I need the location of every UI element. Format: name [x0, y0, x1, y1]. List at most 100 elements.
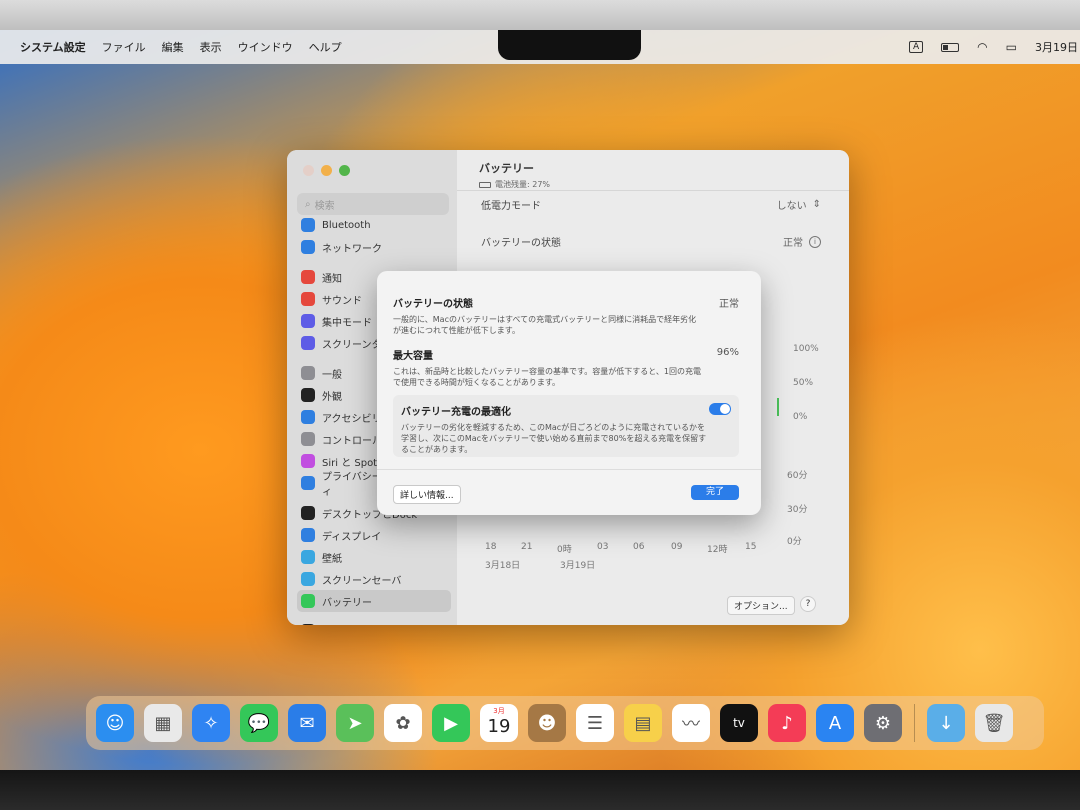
appstore-icon[interactable]: A: [816, 704, 854, 742]
dock-separator: [914, 704, 915, 742]
facetime-icon[interactable]: ▶: [432, 704, 470, 742]
finder-icon[interactable]: ☺: [96, 704, 134, 742]
photos-icon[interactable]: ✿: [384, 704, 422, 742]
optimized-charging-title: バッテリー充電の最適化: [401, 407, 511, 418]
battery-state-title: バッテリーの状態: [393, 299, 473, 310]
low-power-select[interactable]: しない ⇕: [777, 197, 821, 212]
desktop-icon: [301, 506, 315, 520]
menu-clock[interactable]: 3月19日: [1035, 39, 1078, 55]
sidebar-item-label: 集中モード: [322, 317, 372, 329]
close-window-button[interactable]: [303, 165, 314, 176]
battery-level-icon: [479, 181, 491, 188]
contacts-icon[interactable]: ☻: [528, 704, 566, 742]
sidebar-search-input[interactable]: ⌕ 検索: [297, 193, 449, 215]
bell-icon: [301, 270, 315, 284]
hourglass-icon: [301, 336, 315, 350]
sidebar-item[interactable]: 壁紙: [301, 546, 451, 568]
wifi-icon[interactable]: ◠: [977, 40, 987, 54]
reminders-icon[interactable]: ☰: [576, 704, 614, 742]
screen-bezel-bottom: [0, 770, 1080, 810]
sidebar-item-label: スクリーンセーバ: [322, 575, 402, 587]
battery-health-value: 正常: [783, 238, 803, 249]
chart-date-label: 3月18日: [485, 561, 521, 571]
done-button[interactable]: 完了: [691, 485, 739, 500]
sidebar-item-label: バッテリー: [322, 597, 372, 609]
menu-edit[interactable]: 編集: [162, 39, 184, 55]
dock-glyph: ✿: [395, 712, 411, 734]
chart-x-label: 15: [745, 542, 757, 552]
wallpaper-icon: [301, 550, 315, 564]
battery-state-value: 正常: [719, 299, 739, 310]
sidebar-item[interactable]: Bluetooth: [301, 214, 451, 236]
more-info-button[interactable]: 詳しい情報...: [393, 485, 461, 504]
downloads-folder-icon[interactable]: ↓: [927, 704, 965, 742]
dock-glyph: ▶: [444, 712, 458, 734]
systemsettings-icon[interactable]: ⚙: [864, 704, 902, 742]
lock-icon: [301, 624, 315, 625]
header-divider: [457, 190, 849, 191]
screensaver-icon: [301, 572, 315, 586]
help-button[interactable]: ?: [800, 596, 816, 612]
sidebar-item[interactable]: バッテリー: [297, 590, 451, 612]
zoom-window-button[interactable]: [339, 165, 350, 176]
input-source-icon[interactable]: A: [909, 41, 924, 53]
menu-app-name[interactable]: システム設定: [20, 39, 86, 55]
freeform-icon[interactable]: 〰: [672, 704, 710, 742]
speaker-icon: [301, 292, 315, 306]
launchpad-icon[interactable]: ▦: [144, 704, 182, 742]
chart-x-label: 09: [671, 542, 683, 552]
sidebar-item[interactable]: ロック画面: [301, 620, 451, 625]
screen-bezel-top: [0, 0, 1080, 30]
chart-x-label: 06: [633, 542, 645, 552]
options-button[interactable]: オプション...: [727, 596, 795, 615]
sidebar-item-label: ネットワーク: [322, 243, 382, 255]
battery-level-text: 電池残量: 27%: [495, 180, 551, 189]
sidebar-item[interactable]: ネットワーク: [301, 236, 451, 258]
calendar-month: 3月: [493, 707, 505, 715]
dock-glyph: ⚙: [874, 712, 892, 734]
optimized-charging-toggle[interactable]: [709, 403, 731, 415]
info-icon[interactable]: i: [809, 235, 821, 248]
minimize-window-button[interactable]: [321, 165, 332, 176]
max-capacity-section: 最大容量 96% これは、新品時と比較したバッテリー容量の基準です。容量が低下す…: [393, 347, 739, 388]
camera-notch: [498, 30, 641, 60]
battery-state-desc: 一般的に、Macのバッテリーはすべての充電式バッテリーと同様に消耗品で経年劣化が…: [393, 315, 697, 335]
dock-glyph: ↓: [938, 712, 954, 734]
low-power-value: しない: [776, 201, 807, 212]
trash-icon[interactable]: 🗑: [975, 704, 1013, 742]
calendar-icon[interactable]: 3月 19: [480, 704, 518, 742]
optimized-charging-card: バッテリー充電の最適化 バッテリーの劣化を軽減するため、このMacが日ごろどのよ…: [393, 395, 739, 457]
menu-window[interactable]: ウインドウ: [238, 39, 293, 55]
battery-status-icon[interactable]: [941, 42, 960, 52]
menu-view[interactable]: 表示: [200, 39, 222, 55]
sidebar-item-label: 一般: [322, 369, 342, 381]
chart-y2-label: 0分: [787, 537, 802, 547]
sidebar-item-label: 壁紙: [322, 553, 342, 565]
max-capacity-desc: これは、新品時と比較したバッテリー容量の基準です。容量が低下すると、1回の充電で…: [393, 367, 701, 387]
battery-icon: [301, 594, 315, 608]
appletv-icon[interactable]: tv: [720, 704, 758, 742]
music-icon[interactable]: ♪: [768, 704, 806, 742]
dock-glyph: ☰: [586, 712, 604, 734]
notes-icon[interactable]: ▤: [624, 704, 662, 742]
dock-glyph: ✉: [299, 712, 315, 734]
dock-glyph: ▤: [634, 712, 652, 734]
mail-icon[interactable]: ✉: [288, 704, 326, 742]
control-center-icon[interactable]: ▭: [1006, 40, 1017, 54]
safari-icon[interactable]: ✧: [192, 704, 230, 742]
maps-icon[interactable]: ➤: [336, 704, 374, 742]
low-power-row: 低電力モード しない ⇕: [481, 197, 821, 212]
sidebar-item[interactable]: スクリーンセーバ: [301, 568, 451, 590]
sidebar-item[interactable]: ディスプレイ: [301, 524, 451, 546]
chart-date-label: 3月19日: [560, 561, 596, 571]
menu-help[interactable]: ヘルプ: [309, 39, 342, 55]
window-controls: [303, 165, 350, 176]
battery-level-bar: [777, 398, 779, 416]
menu-file[interactable]: ファイル: [102, 39, 146, 55]
sidebar-item-label: 通知: [322, 273, 342, 285]
accessibility-icon: [301, 410, 315, 424]
optimized-charging-desc: バッテリーの劣化を軽減するため、このMacが日ごろどのように充電されているかを学…: [401, 423, 707, 454]
messages-icon[interactable]: 💬: [240, 704, 278, 742]
hand-icon: [301, 476, 315, 490]
max-capacity-title: 最大容量: [393, 351, 433, 362]
